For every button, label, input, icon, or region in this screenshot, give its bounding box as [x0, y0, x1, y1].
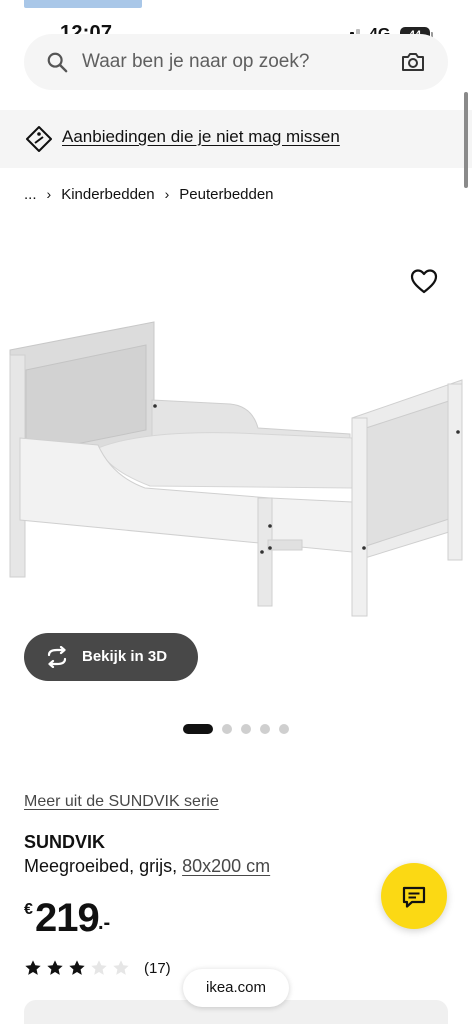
star-empty-icon	[113, 960, 129, 975]
size-link[interactable]: 80x200 cm	[182, 856, 270, 876]
star-empty-icon	[91, 960, 107, 975]
tag-icon	[26, 126, 52, 152]
star-filled-icon	[47, 960, 63, 975]
breadcrumb-ellipsis[interactable]: ...	[24, 186, 37, 203]
rating[interactable]: (17)	[24, 958, 171, 978]
rotate-360-icon	[47, 646, 67, 668]
star-filled-icon	[69, 960, 85, 975]
review-count: (17)	[144, 959, 171, 977]
promo-link[interactable]: Aanbiedingen die je niet mag missen	[62, 127, 340, 147]
breadcrumb-item-peuterbedden[interactable]: Peuterbedden	[179, 186, 273, 203]
chevron-right-icon: ›	[46, 186, 52, 202]
search-input[interactable]: Waar ben je naar op zoek?	[24, 34, 448, 90]
view-3d-button[interactable]: Bekijk in 3D	[24, 633, 198, 681]
product-description: Meegroeibed, grijs, 80x200 cm	[24, 856, 270, 877]
carousel-dot-2[interactable]	[222, 724, 232, 734]
price-amount: 219	[35, 896, 100, 940]
product-description-text: Meegroeibed, grijs,	[24, 856, 183, 876]
search-icon	[47, 52, 68, 73]
chat-button[interactable]	[381, 863, 447, 929]
view-3d-label: Bekijk in 3D	[82, 648, 168, 665]
price-currency: €	[24, 901, 33, 918]
promo-banner[interactable]: Aanbiedingen die je niet mag missen	[0, 110, 472, 168]
browser-url[interactable]: ikea.com	[183, 969, 289, 1007]
carousel-dot-4[interactable]	[260, 724, 270, 734]
carousel-dot-3[interactable]	[241, 724, 251, 734]
chevron-right-icon: ›	[164, 186, 170, 202]
breadcrumb-item-kinderbedden[interactable]: Kinderbedden	[61, 186, 154, 203]
product-name: SUNDVIK	[24, 832, 106, 852]
search-placeholder: Waar ben je naar op zoek?	[82, 51, 310, 72]
heart-icon[interactable]	[408, 266, 440, 296]
breadcrumb: ... › Kinderbedden › Peuterbedden	[24, 184, 274, 204]
carousel-dot-5[interactable]	[279, 724, 289, 734]
carousel-dot-1[interactable]	[183, 724, 213, 734]
star-filled-icon	[25, 960, 41, 975]
series-link[interactable]: Meer uit de SUNDVIK serie	[24, 793, 219, 811]
chat-icon	[402, 886, 426, 908]
camera-icon[interactable]	[400, 50, 426, 74]
product-image[interactable]	[0, 300, 472, 630]
scroll-indicator	[464, 92, 468, 188]
price-decimals: .-	[98, 912, 111, 934]
